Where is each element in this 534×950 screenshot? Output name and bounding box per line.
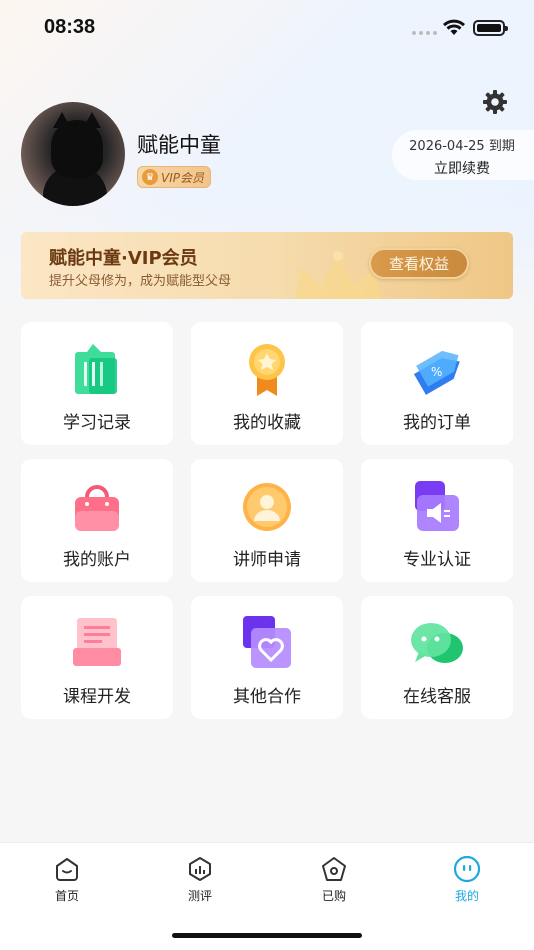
course-dev-icon xyxy=(73,618,121,666)
menu-label: 学习记录 xyxy=(63,413,131,433)
menu-item-account[interactable]: 我的账户 xyxy=(21,459,173,582)
tab-assessment[interactable]: 测评 xyxy=(170,855,230,904)
menu-item-orders[interactable]: % 我的订单 xyxy=(361,322,513,445)
menu-label: 我的账户 xyxy=(63,550,131,570)
tab-purchased[interactable]: 已购 xyxy=(304,855,364,904)
vip-badge-label: VIP会员 xyxy=(161,170,204,185)
wifi-icon xyxy=(443,19,465,35)
favorites-medal-icon xyxy=(249,344,285,396)
vip-banner[interactable]: 赋能中童·VIP会员 提升父母修为，成为赋能型父母 查看权益 xyxy=(21,232,513,299)
menu-item-study-record[interactable]: 学习记录 xyxy=(21,322,173,445)
home-icon xyxy=(56,858,78,881)
menu-item-course-dev[interactable]: 课程开发 xyxy=(21,596,173,719)
tab-label: 已购 xyxy=(321,889,346,903)
status-time: 08:38 xyxy=(44,16,96,38)
mine-icon xyxy=(453,855,481,883)
expiry-date: 2026-04-25 到期 xyxy=(409,139,515,154)
menu-label: 课程开发 xyxy=(63,687,131,707)
menu-label: 我的订单 xyxy=(403,413,471,433)
menu-label: 我的收藏 xyxy=(233,413,301,433)
menu-item-cooperation[interactable]: 其他合作 xyxy=(191,596,343,719)
avatar[interactable] xyxy=(21,102,125,206)
status-bar: 08:38 xyxy=(0,0,534,58)
vip-banner-subtitle: 提升父母修为，成为赋能型父母 xyxy=(49,274,232,289)
menu-item-certification[interactable]: 专业认证 xyxy=(361,459,513,582)
tab-label: 测评 xyxy=(187,889,212,903)
menu-item-online-service[interactable]: 在线客服 xyxy=(361,596,513,719)
study-record-icon xyxy=(75,344,117,394)
lecturer-person-icon xyxy=(243,483,291,531)
tab-home[interactable]: 首页 xyxy=(37,855,97,904)
vip-crown-icon: ♛ xyxy=(142,169,158,185)
username: 赋能中童 xyxy=(137,133,221,157)
cellular-signal-icon xyxy=(412,31,437,35)
certification-megaphone-icon xyxy=(415,481,459,531)
vip-badge: ♛ VIP会员 xyxy=(137,166,211,188)
tab-label: 首页 xyxy=(54,889,79,903)
cooperation-heart-icon xyxy=(243,616,291,668)
menu-item-lecturer-apply[interactable]: 讲师申请 xyxy=(191,459,343,582)
renew-link[interactable]: 立即续费 xyxy=(392,158,532,178)
svg-text:%: % xyxy=(431,365,442,379)
tab-label: 我的 xyxy=(454,889,479,903)
tab-mine[interactable]: 我的 xyxy=(437,855,497,904)
account-bag-icon xyxy=(75,485,119,531)
settings-gear-icon[interactable] xyxy=(482,89,508,115)
menu-label: 专业认证 xyxy=(403,550,471,570)
menu-label: 其他合作 xyxy=(233,687,301,707)
order-tag-icon: % xyxy=(413,350,460,395)
home-indicator xyxy=(172,933,362,938)
battery-icon xyxy=(473,20,508,36)
view-benefits-button[interactable]: 查看权益 xyxy=(369,248,469,279)
menu-item-favorites[interactable]: 我的收藏 xyxy=(191,322,343,445)
vip-banner-title: 赋能中童·VIP会员 xyxy=(49,248,198,269)
menu-label: 在线客服 xyxy=(403,687,471,707)
menu-label: 讲师申请 xyxy=(233,550,301,570)
purchased-icon xyxy=(322,857,346,881)
renew-membership[interactable]: 2026-04-25 到期 立即续费 xyxy=(392,130,534,180)
chat-service-icon xyxy=(411,623,463,663)
assessment-icon xyxy=(189,857,211,881)
